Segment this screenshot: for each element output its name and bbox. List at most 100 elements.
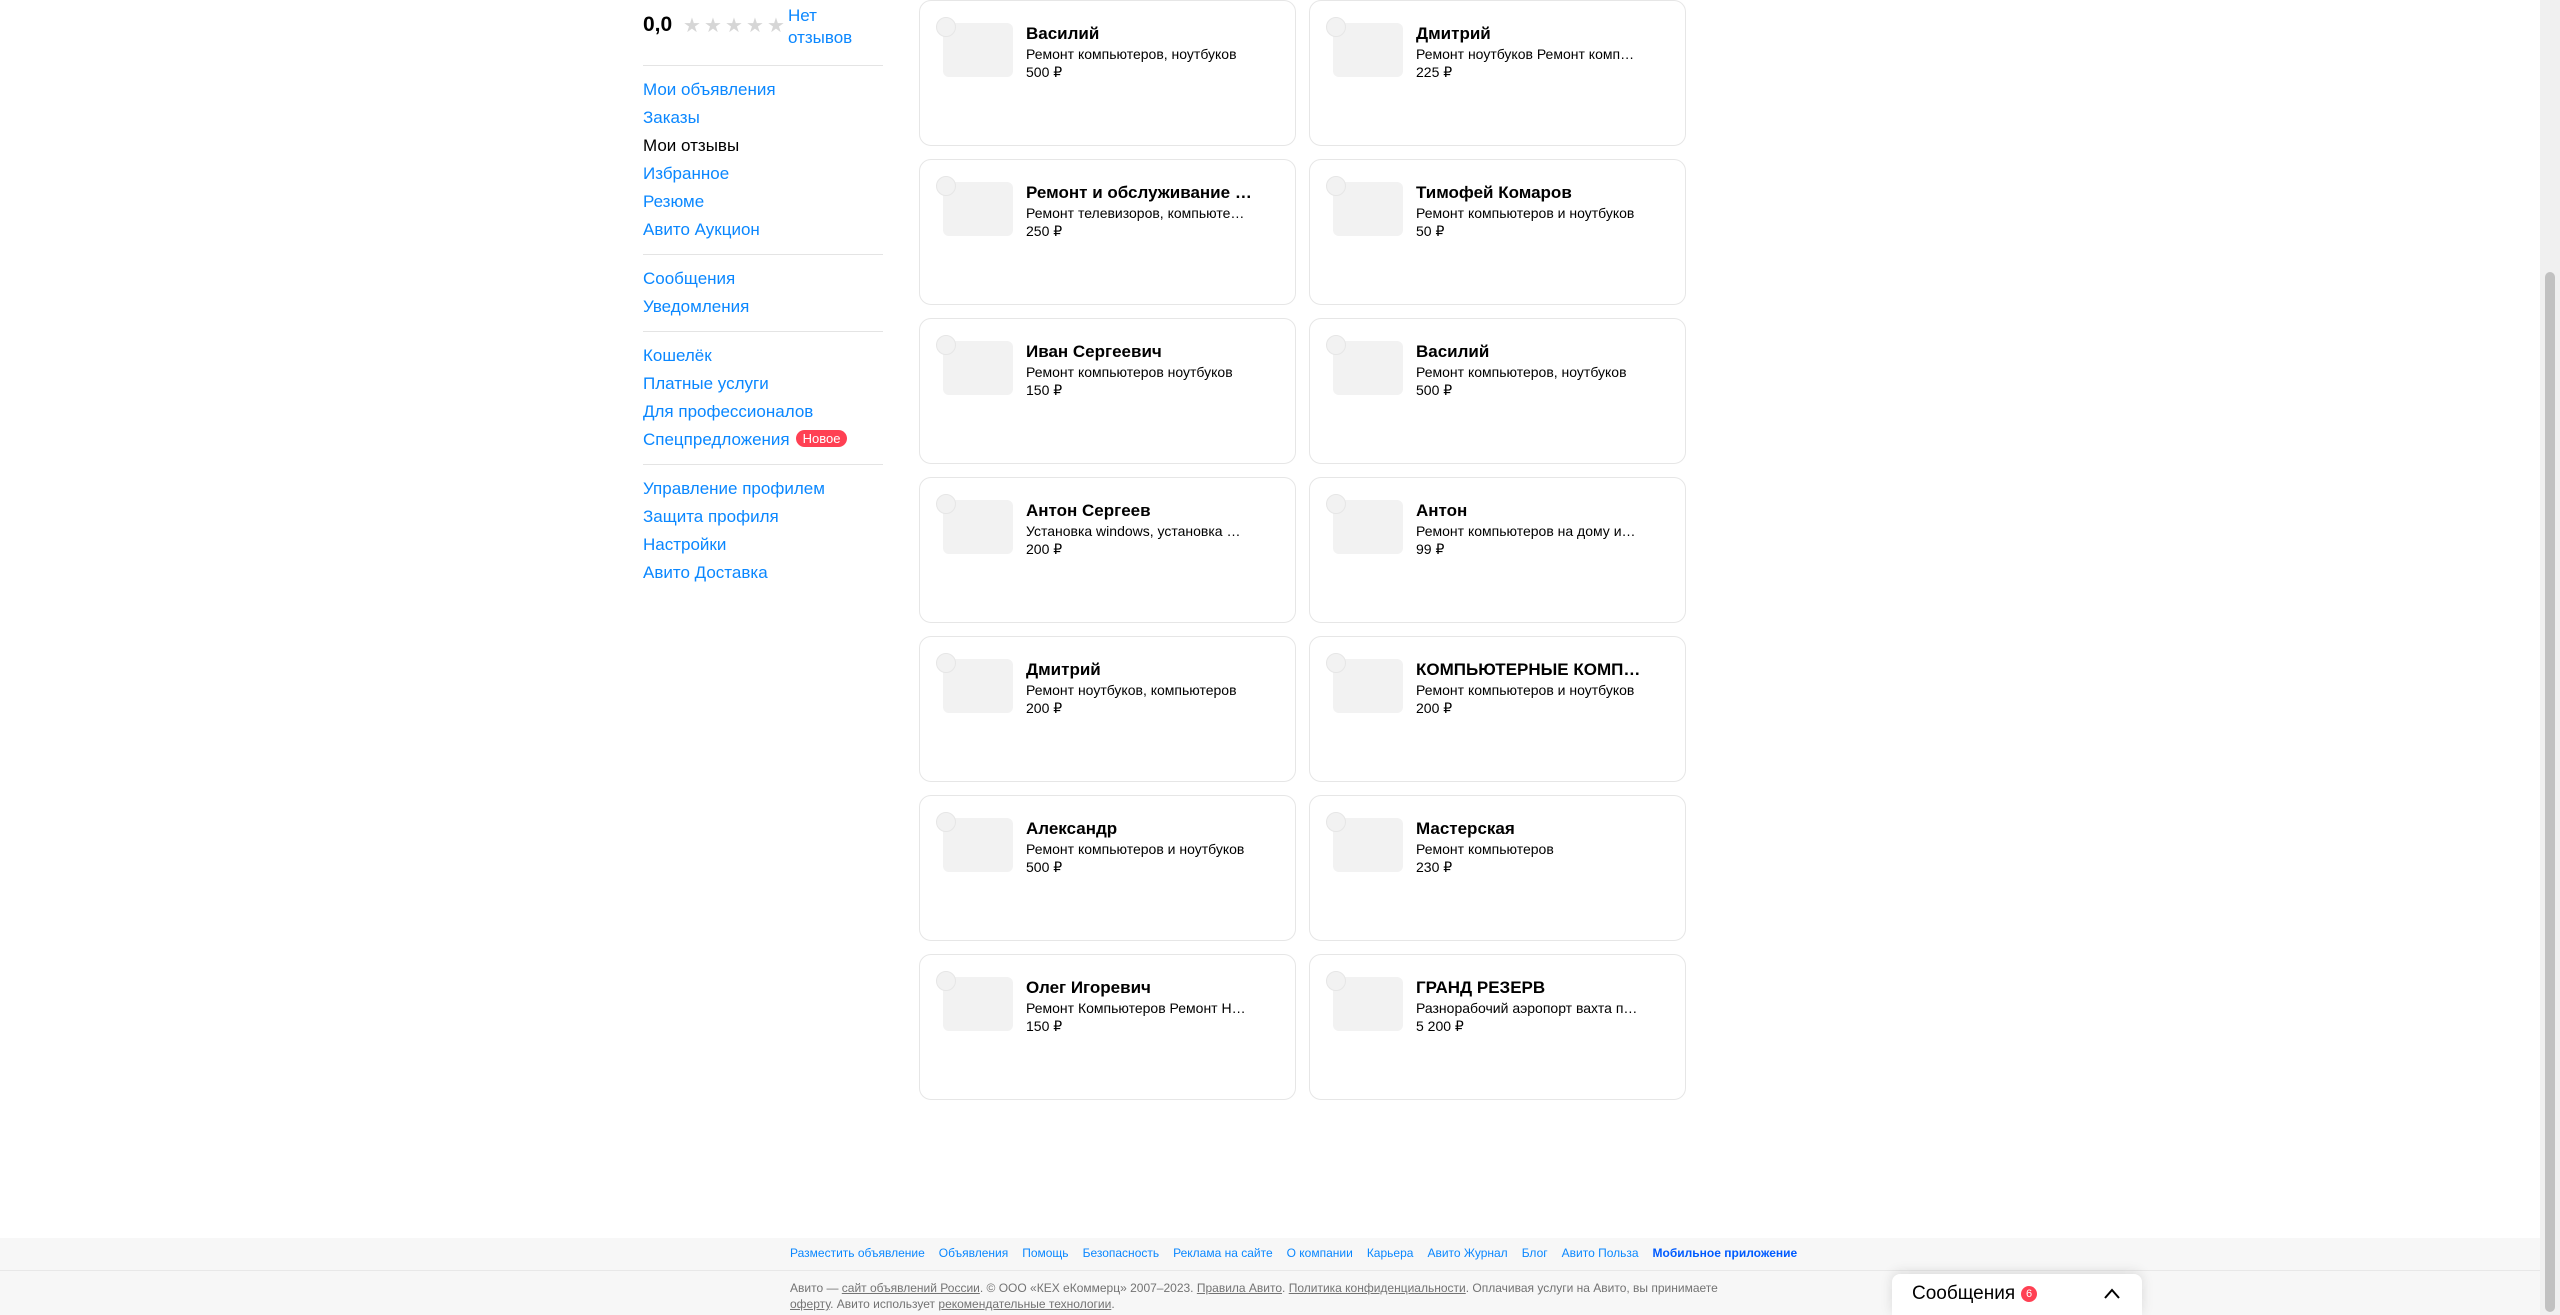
ad-card[interactable]: КОМПЬЮТЕРНЫЕ КОМПЛЕКТУЮЩИЕ Ремонт компью… [1309, 636, 1686, 782]
sidebar-item-my-reviews[interactable]: Мои отзывы [643, 132, 776, 160]
sidebar-item-settings[interactable]: Настройки [643, 531, 825, 559]
legal-link-recommendations[interactable]: рекомендательные технологии [938, 1297, 1111, 1311]
ad-title[interactable]: Антон [1416, 500, 1646, 522]
ad-title[interactable]: ГРАНД РЕЗЕРВ [1416, 977, 1646, 999]
favorite-icon[interactable] [936, 176, 956, 196]
sidebar-divider [643, 464, 883, 465]
sidebar-item-orders[interactable]: Заказы [643, 104, 776, 132]
favorite-icon[interactable] [936, 335, 956, 355]
favorite-icon[interactable] [936, 494, 956, 514]
chevron-up-icon[interactable] [2102, 1284, 2122, 1304]
page-scrollbar[interactable] [2540, 0, 2560, 1315]
footer-link-post-ad[interactable]: Разместить объявление [790, 1246, 925, 1260]
footer-link-mobile-app[interactable]: Мобильное приложение [1653, 1246, 1798, 1260]
ad-card[interactable]: Василий Ремонт компьютеров, ноутбуков 50… [1309, 318, 1686, 464]
ad-card[interactable]: Василий Ремонт компьютеров, ноутбуков 50… [919, 0, 1296, 146]
sidebar-item-auction[interactable]: Авито Аукцион [643, 216, 776, 244]
new-badge: Новое [795, 430, 848, 447]
ad-card[interactable]: Тимофей Комаров Ремонт компьютеров и ноу… [1309, 159, 1686, 305]
legal-link[interactable]: сайт объявлений России [842, 1281, 980, 1295]
legal-text: . [1282, 1281, 1289, 1295]
favorite-icon[interactable] [1326, 653, 1346, 673]
ad-card[interactable]: Дмитрий Ремонт ноутбуков Ремонт компьюте… [1309, 0, 1686, 146]
favorite-icon[interactable] [936, 812, 956, 832]
footer-link-help[interactable]: Помощь [1022, 1246, 1068, 1260]
rating-value: 0,0 [643, 13, 673, 36]
favorite-icon[interactable] [1326, 812, 1346, 832]
ad-title[interactable]: Василий [1416, 341, 1646, 363]
star-icon: ★ [767, 15, 785, 37]
footer-link-security[interactable]: Безопасность [1083, 1246, 1160, 1260]
legal-link-rules[interactable]: Правила Авито [1197, 1281, 1282, 1295]
ad-price: 150 ₽ [1026, 382, 1063, 398]
sidebar-item-resume[interactable]: Резюме [643, 188, 776, 216]
ad-description: Установка windows, установка программ [1026, 523, 1248, 539]
footer-link-ads[interactable]: Объявления [939, 1246, 1008, 1260]
ad-card[interactable]: ГРАНД РЕЗЕРВ Разнорабочий аэропорт вахта… [1309, 954, 1686, 1100]
page-footer: Разместить объявление Объявления Помощь … [0, 1238, 2540, 1315]
ad-price: 250 ₽ [1026, 223, 1063, 239]
star-icon: ★ [683, 15, 701, 37]
ad-description: Ремонт компьютеров [1416, 841, 1554, 857]
messenger-label: Сообщения [1912, 1283, 2016, 1304]
ad-card[interactable]: Дмитрий Ремонт ноутбуков, компьютеров 20… [919, 636, 1296, 782]
scrollbar-thumb[interactable] [2545, 272, 2555, 1312]
legal-text: . Оплачивая услуги на Авито, вы принимае… [1465, 1281, 1718, 1295]
footer-link-journal[interactable]: Авито Журнал [1427, 1246, 1507, 1260]
sidebar-item-delivery[interactable]: Авито Доставка [643, 559, 825, 587]
ad-card[interactable]: Александр Ремонт компьютеров и ноутбуков… [919, 795, 1296, 941]
sidebar-item-paid-services[interactable]: Платные услуги [643, 370, 847, 398]
footer-link-about[interactable]: О компании [1287, 1246, 1353, 1260]
favorite-icon[interactable] [936, 17, 956, 37]
sidebar-item-special-offers[interactable]: Спецпредложения Новое [643, 426, 848, 454]
footer-link-advertising[interactable]: Реклама на сайте [1173, 1246, 1273, 1260]
legal-link-offer[interactable]: оферту [790, 1297, 830, 1311]
sidebar-item-for-pros[interactable]: Для профессионалов [643, 398, 847, 426]
ad-description: Ремонт компьютеров на дому и в офисе [1416, 523, 1638, 539]
ad-title[interactable]: Олег Игоревич [1026, 977, 1256, 999]
ad-card[interactable]: Антон Ремонт компьютеров на дому и в офи… [1309, 477, 1686, 623]
ad-description: Ремонт компьютеров и ноутбуков [1416, 205, 1635, 221]
footer-link-benefit[interactable]: Авито Польза [1562, 1246, 1639, 1260]
no-reviews-link[interactable]: Нет отзывов [788, 5, 878, 49]
favorite-icon[interactable] [1326, 971, 1346, 991]
sidebar-item-profile-management[interactable]: Управление профилем [643, 475, 825, 503]
footer-link-career[interactable]: Карьера [1367, 1246, 1414, 1260]
sidebar-item-profile-protection[interactable]: Защита профиля [643, 503, 825, 531]
favorite-icon[interactable] [1326, 17, 1346, 37]
ad-title[interactable]: Иван Сергеевич [1026, 341, 1256, 363]
ad-title[interactable]: Тимофей Комаров [1416, 182, 1646, 204]
ad-title[interactable]: Антон Сергеев [1026, 500, 1256, 522]
favorite-icon[interactable] [1326, 176, 1346, 196]
sidebar-item-my-ads[interactable]: Мои объявления [643, 76, 776, 104]
sidebar-item-notifications[interactable]: Уведомления [643, 293, 749, 321]
ad-price: 150 ₽ [1026, 1018, 1063, 1034]
ad-card[interactable]: Мастерская Ремонт компьютеров 230 ₽ [1309, 795, 1686, 941]
messenger-count-badge: 6 [2021, 1286, 2037, 1302]
ad-card[interactable]: Олег Игоревич Ремонт Компьютеров Ремонт … [919, 954, 1296, 1100]
ad-title[interactable]: Василий [1026, 23, 1256, 45]
favorite-icon[interactable] [936, 971, 956, 991]
footer-link-blog[interactable]: Блог [1522, 1246, 1548, 1260]
ad-title[interactable]: КОМПЬЮТЕРНЫЕ КОМПЛЕКТУЮЩИЕ [1416, 659, 1646, 681]
ad-title[interactable]: Дмитрий [1416, 23, 1646, 45]
sidebar-item-wallet[interactable]: Кошелёк [643, 342, 847, 370]
sidebar-item-favorites[interactable]: Избранное [643, 160, 776, 188]
favorite-icon[interactable] [936, 653, 956, 673]
ad-title[interactable]: Ремонт и обслуживание техники [1026, 182, 1256, 204]
ad-title[interactable]: Дмитрий [1026, 659, 1256, 681]
messenger-widget[interactable]: Сообщения 6 [1892, 1274, 2142, 1315]
ad-card[interactable]: Антон Сергеев Установка windows, установ… [919, 477, 1296, 623]
sidebar-group-ads: Мои объявления Заказы Мои отзывы Избранн… [643, 76, 776, 244]
favorite-icon[interactable] [1326, 335, 1346, 355]
ad-title[interactable]: Александр [1026, 818, 1256, 840]
favorite-icon[interactable] [1326, 494, 1346, 514]
legal-link-privacy[interactable]: Политика конфиденциальности [1289, 1281, 1466, 1295]
sidebar-item-messages[interactable]: Сообщения [643, 265, 749, 293]
ad-card[interactable]: Ремонт и обслуживание техники Ремонт тел… [919, 159, 1296, 305]
ad-price: 50 ₽ [1416, 223, 1445, 239]
footer-links: Разместить объявление Объявления Помощь … [790, 1246, 1797, 1260]
ad-card[interactable]: Иван Сергеевич Ремонт компьютеров ноутбу… [919, 318, 1296, 464]
ad-title[interactable]: Мастерская [1416, 818, 1646, 840]
sidebar-item-label: Спецпредложения [643, 430, 790, 449]
